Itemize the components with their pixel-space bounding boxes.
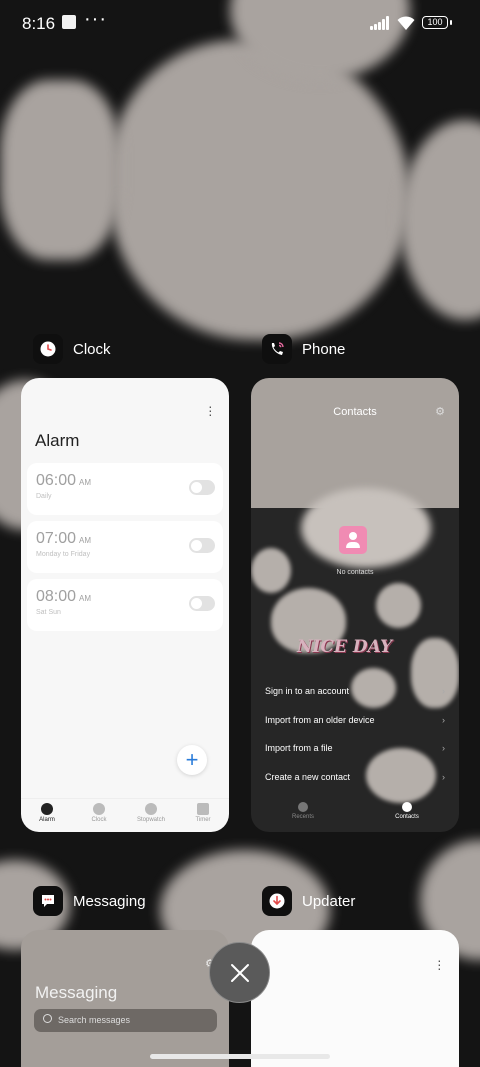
- alarm-title: Alarm: [35, 431, 80, 450]
- contacts-title: Contacts: [333, 406, 377, 418]
- phone-app-name: Phone: [302, 340, 346, 358]
- messaging-title: Messaging: [35, 983, 118, 1002]
- phone-app-header[interactable]: Phone: [262, 334, 345, 364]
- alarm-icon: [41, 803, 53, 815]
- alarm-time: 06:00 AM: [36, 472, 92, 489]
- battery-icon: 100: [422, 16, 452, 29]
- contact-placeholder-icon: [339, 526, 367, 554]
- add-alarm-button[interactable]: +: [177, 745, 207, 775]
- messaging-app-header[interactable]: Messaging: [33, 886, 146, 916]
- alarm-repeat: Monday to Friday: [36, 551, 91, 558]
- messaging-app-icon: [33, 886, 63, 916]
- clock-app-header[interactable]: Clock: [33, 334, 111, 364]
- alarm-time: 07:00 AM: [36, 530, 92, 547]
- nav-recents[interactable]: Recents: [251, 796, 355, 832]
- search-icon: [43, 1014, 52, 1023]
- updater-app-header[interactable]: Updater: [262, 886, 355, 916]
- updater-more-icon[interactable]: · · ·: [437, 953, 442, 975]
- status-bar: 8:16 ··· 100: [0, 0, 480, 46]
- alarm-time: 08:00 AM: [36, 588, 92, 605]
- phone-wallpaper: [251, 378, 459, 832]
- settings-gear-icon[interactable]: ⚙: [435, 405, 445, 418]
- clock-bottom-nav: Alarm Clock Stopwatch Timer: [21, 798, 229, 832]
- create-contact-option[interactable]: Create a new contact ›: [265, 772, 445, 782]
- alarm-item[interactable]: 07:00 AM Monday to Friday: [27, 521, 223, 573]
- clock-app-icon: [33, 334, 63, 364]
- close-icon: [230, 963, 249, 982]
- phone-app-icon: [262, 334, 292, 364]
- wallpaper-text: NICE DAY: [297, 637, 393, 657]
- alarm-repeat: Daily: [36, 493, 52, 500]
- import-device-option[interactable]: Import from an older device ›: [265, 715, 445, 725]
- nav-contacts[interactable]: Contacts: [355, 796, 459, 832]
- alarm-toggle[interactable]: [189, 480, 215, 495]
- nav-clock[interactable]: Clock: [73, 799, 125, 832]
- signal-icon: [370, 16, 392, 30]
- updater-app-icon: [262, 886, 292, 916]
- updater-app-name: Updater: [302, 892, 356, 910]
- nav-timer[interactable]: Timer: [177, 799, 229, 832]
- alarm-item[interactable]: 08:00 AM Sat Sun: [27, 579, 223, 631]
- clock-more-icon[interactable]: · · ·: [208, 399, 213, 421]
- timer-icon: [197, 803, 209, 815]
- updater-app-card[interactable]: · · ·: [251, 930, 459, 1067]
- messaging-app-card[interactable]: ⚙ Messaging Search messages: [21, 930, 229, 1067]
- battery-level: 100: [427, 17, 443, 27]
- chevron-right-icon: ›: [442, 772, 445, 782]
- clock-icon: [93, 803, 105, 815]
- phone-bottom-nav: Recents Contacts: [251, 796, 459, 832]
- nav-stopwatch[interactable]: Stopwatch: [125, 799, 177, 832]
- sign-in-option[interactable]: Sign in to an account ›: [265, 686, 445, 696]
- chevron-right-icon: ›: [442, 686, 445, 696]
- notification-square-icon: [62, 15, 76, 29]
- clock-app-card[interactable]: · · · Alarm 06:00 AM Daily 07:00 AM Monday t…: [21, 378, 229, 832]
- status-time: 8:16: [22, 14, 56, 33]
- clock-app-name: Clock: [73, 340, 111, 358]
- person-icon: [402, 802, 412, 812]
- more-notifications-icon: ···: [84, 8, 107, 30]
- stopwatch-icon: [145, 803, 157, 815]
- alarm-toggle[interactable]: [189, 596, 215, 611]
- wifi-icon: [397, 16, 415, 30]
- no-contacts-text: No contacts: [336, 569, 374, 576]
- alarm-item[interactable]: 06:00 AM Daily: [27, 463, 223, 515]
- close-all-button[interactable]: [209, 942, 270, 1003]
- import-file-option[interactable]: Import from a file ›: [265, 743, 445, 753]
- alarm-repeat: Sat Sun: [36, 609, 61, 616]
- chevron-right-icon: ›: [442, 715, 445, 725]
- home-indicator[interactable]: [150, 1054, 330, 1059]
- alarm-toggle[interactable]: [189, 538, 215, 553]
- phone-icon: [298, 802, 308, 812]
- nav-alarm[interactable]: Alarm: [21, 799, 73, 832]
- phone-app-card[interactable]: Contacts ⚙ No contacts NICE DAY Sign in …: [251, 378, 459, 832]
- messaging-app-name: Messaging: [73, 892, 146, 910]
- search-messages-input[interactable]: Search messages: [34, 1009, 217, 1032]
- chevron-right-icon: ›: [442, 743, 445, 753]
